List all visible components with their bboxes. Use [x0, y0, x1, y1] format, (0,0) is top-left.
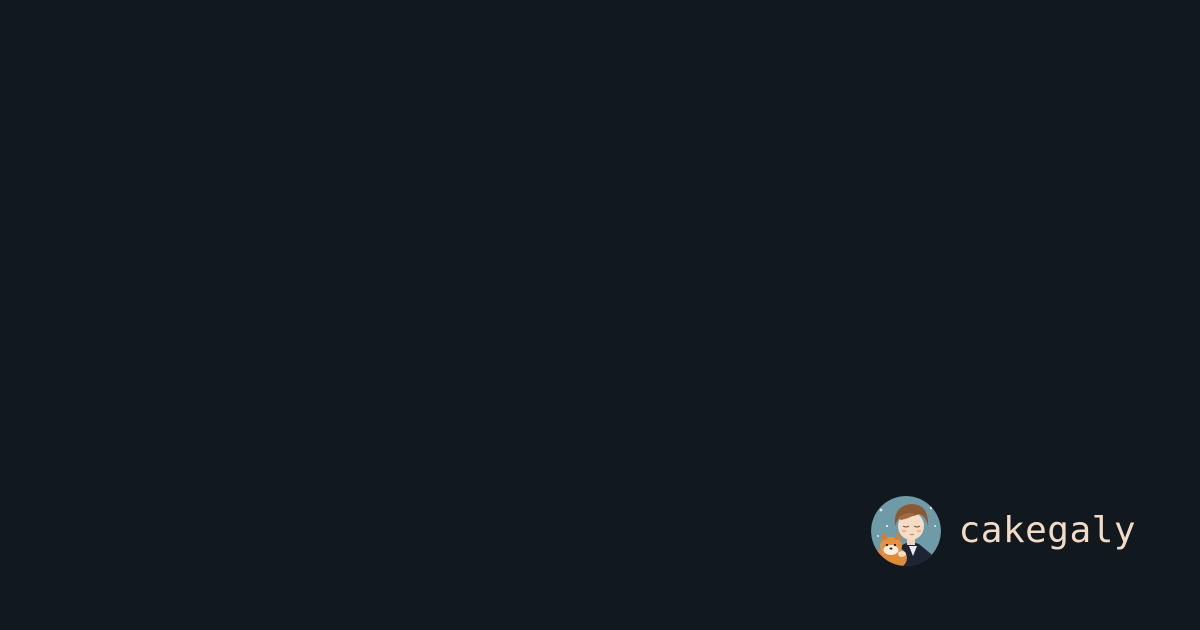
- author-badge: cakegaly: [870, 496, 1136, 566]
- og-image-canvas: cakegaly: [0, 0, 1200, 630]
- avatar: [870, 496, 941, 566]
- author-name: cakegaly: [958, 510, 1136, 551]
